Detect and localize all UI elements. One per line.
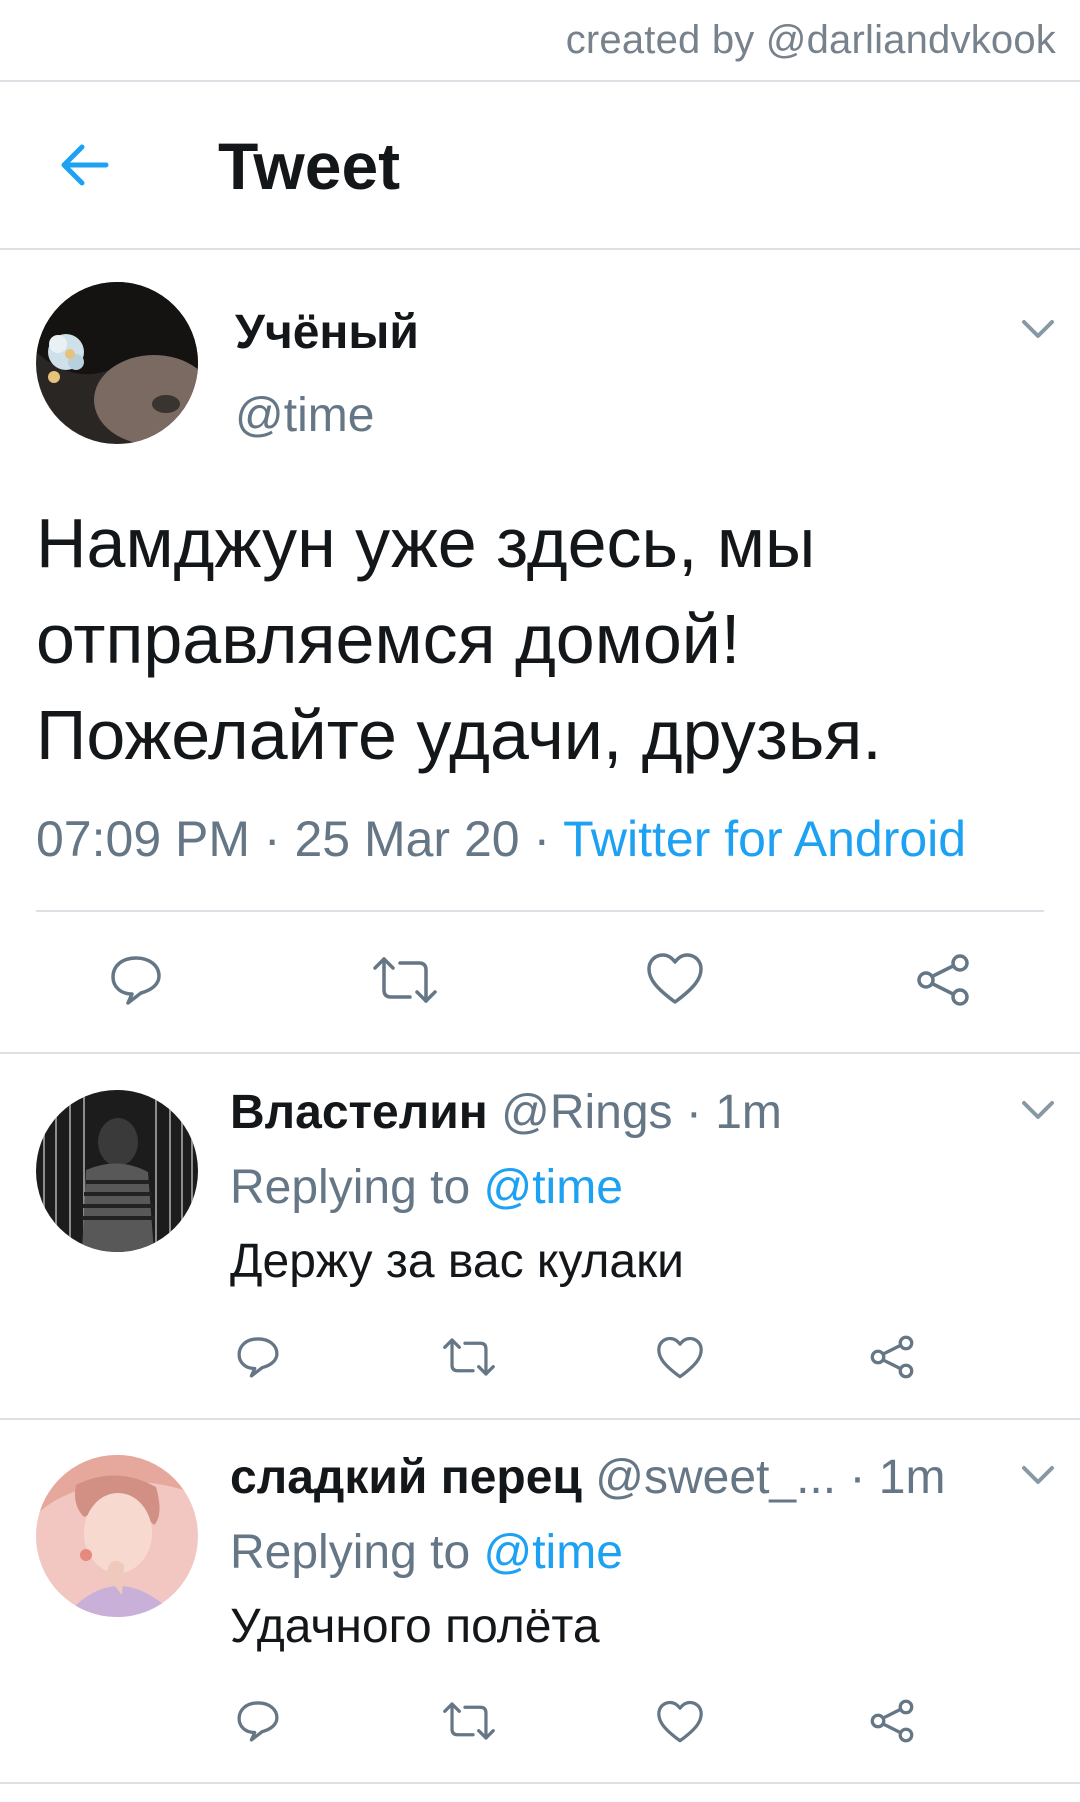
tweet-text-line: отправляемся домой!	[36, 600, 741, 678]
reply-avatar[interactable]	[36, 1090, 198, 1252]
meta-separator: ·	[250, 811, 295, 867]
page-title: Tweet	[218, 129, 401, 203]
reply-time: 1m	[715, 1086, 782, 1139]
tweet-meta: 07:09 PM · 25 Mar 20 · Twitter for Andro…	[36, 810, 966, 868]
author-handle[interactable]: @time	[235, 388, 374, 443]
top-divider	[0, 80, 1080, 82]
creator-watermark: created by @darliandvkook	[565, 18, 1056, 62]
header-divider	[0, 248, 1080, 250]
tweet-text-line: Намджун уже здесь, мы	[36, 504, 816, 582]
more-options-chevron-down-icon[interactable]	[1018, 1097, 1058, 1123]
reply-author-handle[interactable]: @sweet_...	[595, 1451, 836, 1504]
reply-time: 1m	[878, 1451, 946, 1504]
share-icon[interactable]	[868, 1334, 916, 1380]
reply-time-separator: ·	[836, 1451, 879, 1504]
retweet-icon[interactable]	[372, 954, 438, 1006]
reply-icon[interactable]	[108, 952, 164, 1008]
reply-time-separator: ·	[672, 1086, 716, 1139]
reply-text: Удачного полёта	[230, 1600, 600, 1653]
meta-divider	[36, 910, 1044, 912]
reply-author-handle[interactable]: @Rings	[501, 1086, 672, 1139]
reply-divider	[0, 1418, 1080, 1420]
reply-author-name[interactable]: сладкий перец	[230, 1451, 582, 1504]
reply-header: сладкий перец @sweet_... · 1m	[230, 1450, 945, 1505]
tweet-time: 07:09 PM	[36, 811, 251, 867]
reply-icon[interactable]	[235, 1698, 281, 1744]
like-heart-icon[interactable]	[646, 952, 704, 1006]
share-icon[interactable]	[914, 952, 972, 1008]
like-heart-icon[interactable]	[656, 1700, 704, 1744]
bottom-divider	[0, 1782, 1080, 1784]
tweet-source-link[interactable]: Twitter for Android	[563, 811, 966, 867]
reply-avatar[interactable]	[36, 1455, 198, 1617]
reply-icon[interactable]	[235, 1334, 281, 1380]
author-avatar[interactable]	[36, 282, 198, 444]
author-name[interactable]: Учёный	[235, 305, 419, 360]
tweet-text: Намджун уже здесь, мы отправляемся домой…	[36, 495, 1046, 783]
retweet-icon[interactable]	[442, 1700, 496, 1742]
tweet-text-line: Пожелайте удачи, друзья.	[36, 696, 882, 774]
back-arrow-icon[interactable]	[54, 135, 114, 195]
share-icon[interactable]	[868, 1698, 916, 1744]
replying-to-label: Replying to	[230, 1526, 484, 1579]
reply-text: Держу за вас кулаки	[230, 1235, 684, 1288]
tweet-divider	[0, 1052, 1080, 1054]
replying-to-label: Replying to	[230, 1161, 484, 1214]
more-options-chevron-down-icon[interactable]	[1018, 316, 1058, 342]
replying-to-mention[interactable]: @time	[483, 1161, 622, 1214]
reply-header: Властелин @Rings · 1m	[230, 1085, 782, 1140]
reply-author-name[interactable]: Властелин	[230, 1086, 488, 1139]
replying-to-mention[interactable]: @time	[483, 1526, 622, 1579]
replying-to-line: Replying to @time	[230, 1160, 623, 1215]
replying-to-line: Replying to @time	[230, 1525, 623, 1580]
retweet-icon[interactable]	[442, 1336, 496, 1378]
meta-separator: ·	[519, 811, 564, 867]
like-heart-icon[interactable]	[656, 1336, 704, 1380]
tweet-date: 25 Mar 20	[294, 811, 520, 867]
more-options-chevron-down-icon[interactable]	[1018, 1462, 1058, 1488]
